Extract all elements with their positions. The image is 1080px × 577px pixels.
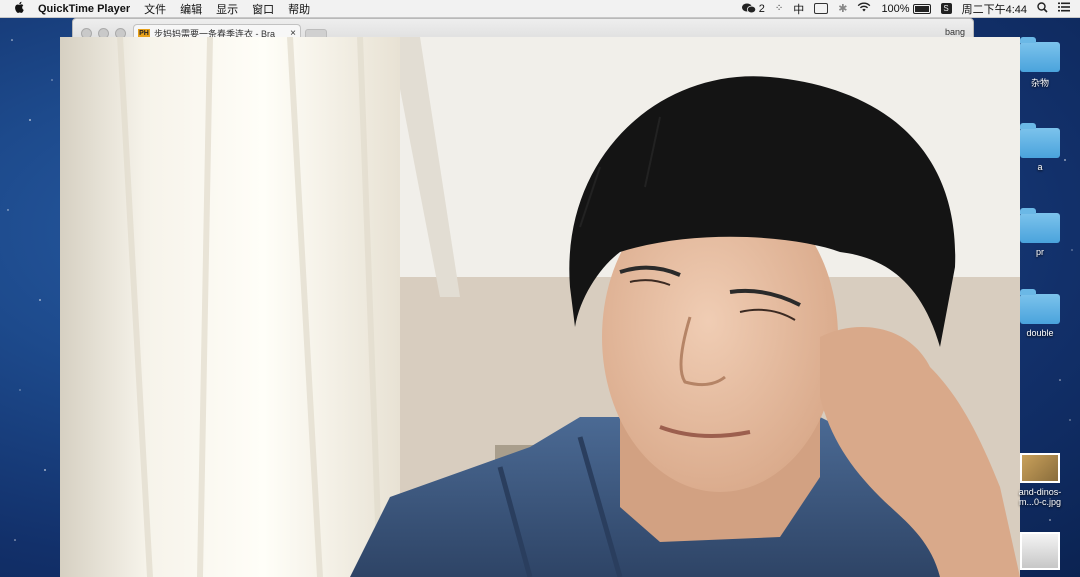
app-menu-quicktime[interactable]: QuickTime Player: [38, 3, 130, 15]
desktop-file-jpg[interactable]: and-dinos-m...0-c.jpg: [1018, 453, 1062, 507]
clock[interactable]: 周二下午4:44: [962, 1, 1027, 17]
apple-icon[interactable]: [14, 1, 24, 16]
video-frame-image: [60, 37, 1020, 577]
wechat-status[interactable]: 2: [741, 2, 765, 15]
folder-icon: [1020, 123, 1060, 158]
menu-file[interactable]: 文件: [144, 1, 166, 17]
desktop-item-label: double: [1026, 328, 1054, 338]
sogou-icon[interactable]: S: [940, 3, 952, 14]
battery-percent: 100%: [881, 2, 910, 15]
desktop-folder-double[interactable]: double: [1018, 289, 1062, 338]
menu-window[interactable]: 窗口: [252, 1, 274, 17]
wechat-count: 2: [758, 2, 765, 15]
keyboard-layout-icon[interactable]: [814, 3, 829, 14]
desktop-folder-pr[interactable]: pr: [1018, 208, 1062, 257]
battery-icon: [912, 3, 931, 14]
profile-name[interactable]: bang: [945, 27, 965, 37]
input-method-indicator[interactable]: 中: [793, 1, 804, 17]
menu-bar: QuickTime Player 文件 编辑 显示 窗口 帮助 2 ⁘ 中 ✱ …: [0, 0, 1080, 18]
desktop-folder-misc[interactable]: 杂物: [1018, 37, 1062, 89]
desktop-item-label: and-dinos-m...0-c.jpg: [1018, 487, 1062, 507]
search-icon[interactable]: [1037, 1, 1048, 16]
desktop-item-label: 杂物: [1030, 78, 1049, 88]
desktop-item-label: a: [1037, 162, 1043, 172]
folder-icon: [1020, 37, 1060, 72]
desktop-item-label: pr: [1035, 247, 1044, 257]
folder-icon: [1020, 208, 1060, 243]
folder-icon: [1020, 289, 1060, 324]
bluetooth-icon[interactable]: ✱: [838, 2, 847, 15]
battery-status[interactable]: 100%: [881, 2, 931, 15]
desktop-folder-a[interactable]: a: [1018, 123, 1062, 172]
menu-view[interactable]: 显示: [216, 1, 238, 17]
menu-edit[interactable]: 编辑: [180, 1, 202, 17]
status-dots-icon[interactable]: ⁘: [775, 3, 783, 14]
image-thumbnail-icon: [1020, 532, 1060, 570]
quicktime-video-frame[interactable]: [60, 37, 1020, 577]
image-thumbnail-icon: [1020, 453, 1060, 483]
menu-help[interactable]: 帮助: [288, 1, 310, 17]
list-icon[interactable]: [1058, 2, 1070, 15]
wechat-icon: [741, 3, 756, 14]
wifi-icon[interactable]: [857, 2, 871, 15]
desktop-file-image[interactable]: [1018, 532, 1062, 570]
